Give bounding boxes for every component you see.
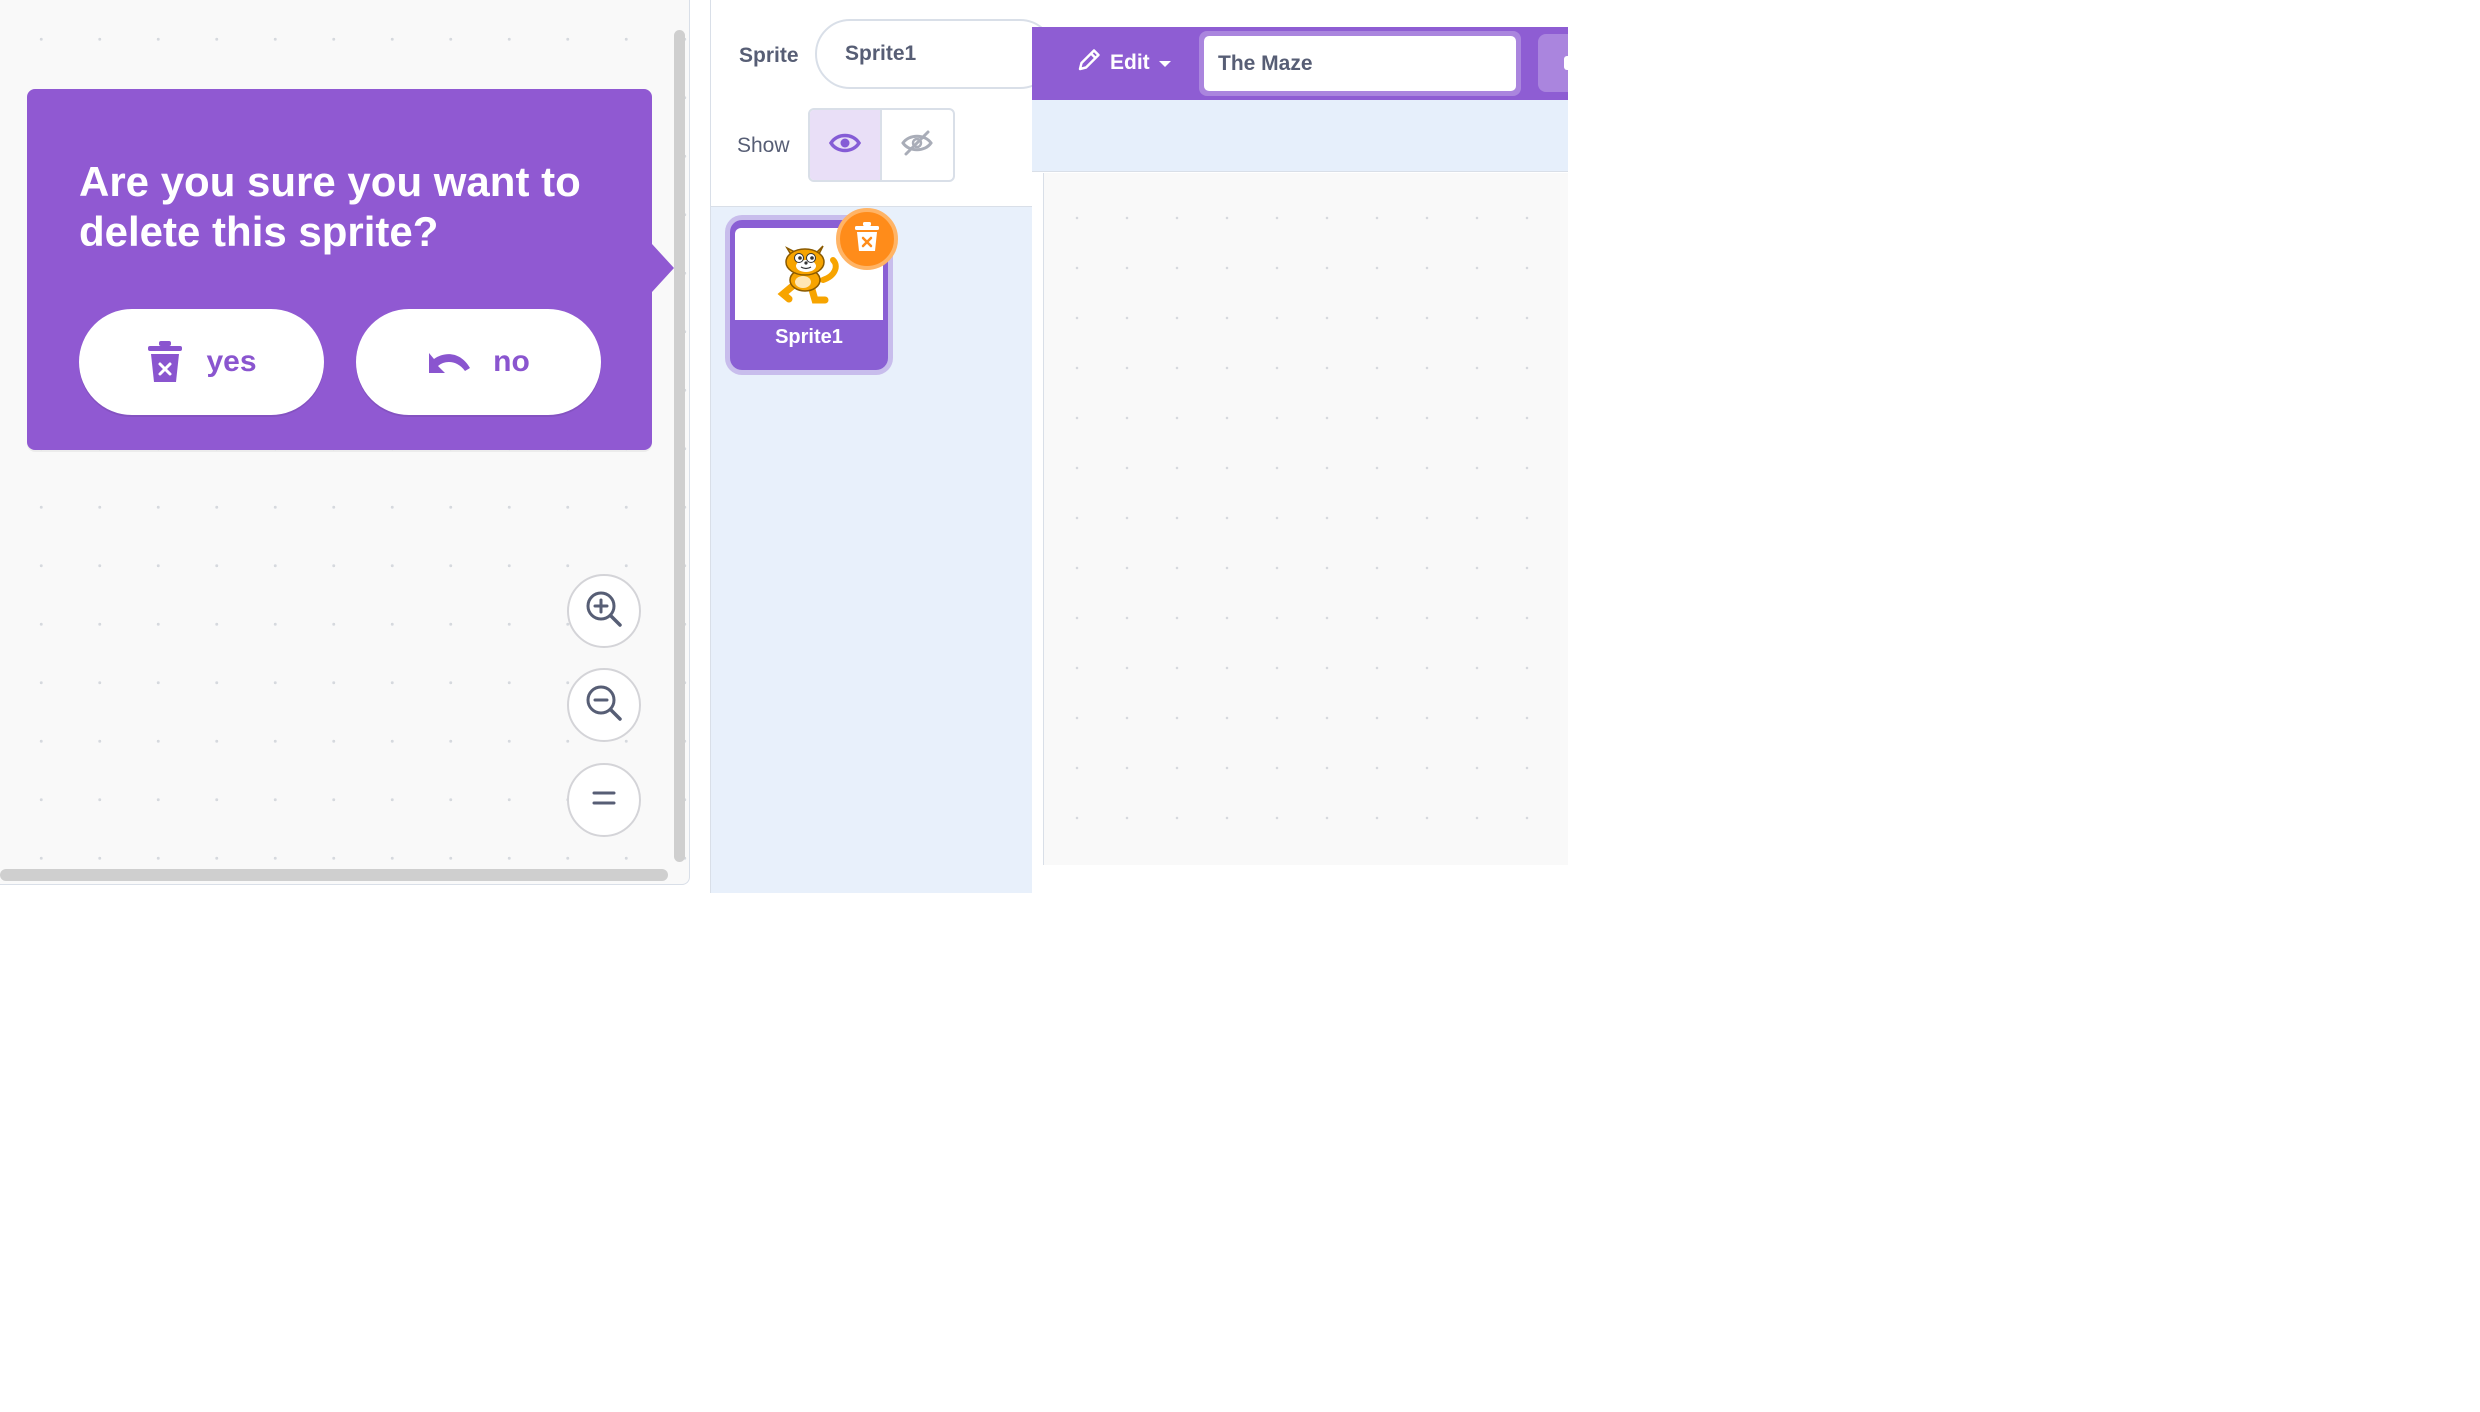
- project-title-wrapper: The Maze: [1199, 31, 1521, 96]
- cat-sprite-icon: [773, 236, 845, 313]
- menu-bar: Edit The Maze: [1032, 27, 1578, 100]
- code-workspace[interactable]: Are you sure you want to delete this spr…: [0, 0, 690, 885]
- edit-menu[interactable]: Edit: [1076, 47, 1172, 79]
- share-button[interactable]: [1538, 34, 1578, 92]
- eye-icon: [828, 131, 861, 160]
- yes-button[interactable]: yes: [79, 309, 324, 415]
- trash-icon: [854, 221, 880, 257]
- editor-canvas[interactable]: [1043, 173, 1568, 865]
- edit-label: Edit: [1110, 51, 1150, 74]
- equals-icon: [591, 788, 617, 813]
- no-button[interactable]: no: [356, 309, 601, 415]
- project-title-input[interactable]: The Maze: [1204, 36, 1516, 91]
- dialog-pointer: [652, 244, 674, 292]
- zoom-reset-button[interactable]: [567, 763, 641, 837]
- editor-header-strip: [1032, 100, 1568, 172]
- yes-label: yes: [206, 345, 257, 378]
- delete-sprite-dialog: Are you sure you want to delete this spr…: [27, 89, 652, 450]
- visibility-toggle: [808, 108, 955, 182]
- zoom-in-icon: [584, 589, 624, 634]
- zoom-out-icon: [584, 683, 624, 728]
- zoom-out-button[interactable]: [567, 668, 641, 742]
- horizontal-scrollbar[interactable]: [0, 869, 668, 881]
- undo-icon: [427, 347, 471, 377]
- sprite-label: Sprite: [739, 44, 799, 67]
- show-label: Show: [737, 134, 790, 157]
- sprite-info-panel: Sprite Sprite1 Show: [711, 0, 1055, 207]
- zoom-in-button[interactable]: [567, 574, 641, 648]
- trash-icon: [146, 340, 184, 384]
- delete-sprite-button[interactable]: [836, 208, 898, 270]
- eye-slash-icon: [900, 129, 934, 162]
- vertical-scrollbar[interactable]: [674, 30, 685, 862]
- chevron-down-icon: [1158, 51, 1172, 75]
- hide-sprite-button[interactable]: [882, 110, 954, 180]
- sprite-tile-name: Sprite1: [775, 326, 843, 348]
- dialog-message: Are you sure you want to delete this spr…: [79, 158, 581, 255]
- pencil-icon: [1076, 47, 1102, 79]
- sprite-name-input[interactable]: Sprite1: [815, 19, 1055, 89]
- sprite-pane: Sprite Sprite1 Show Sprite1: [710, 0, 1055, 893]
- no-label: no: [493, 345, 530, 378]
- show-sprite-button[interactable]: [810, 110, 882, 180]
- editor-gutter: [1032, 173, 1043, 865]
